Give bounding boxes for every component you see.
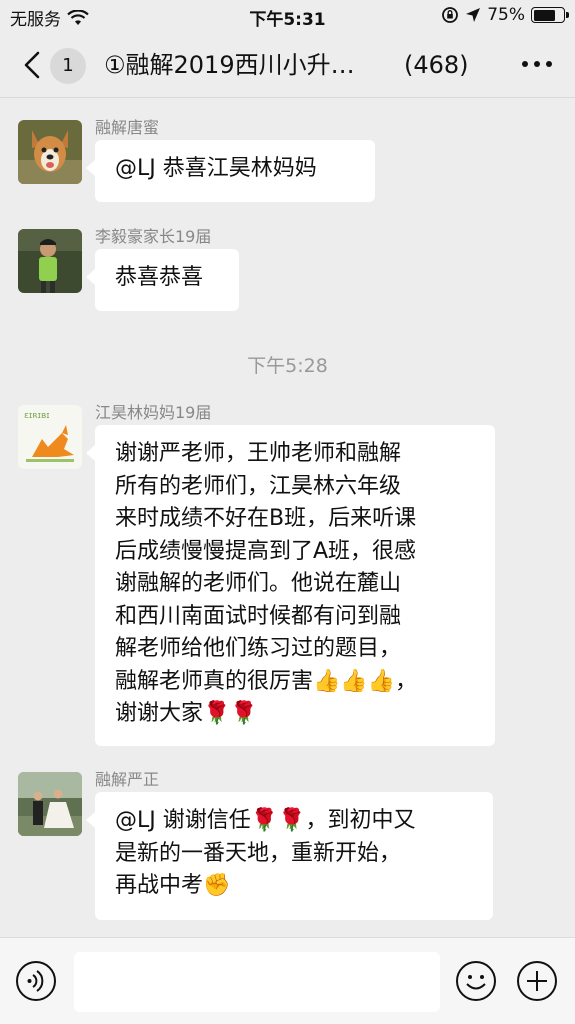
chat-title: ①融解2019西川小升… <box>104 51 355 79</box>
avatar[interactable] <box>18 120 82 184</box>
message-input[interactable] <box>74 952 440 1012</box>
battery-fill <box>533 9 556 21</box>
child-avatar-image <box>18 229 82 293</box>
member-count: (468) <box>404 51 469 79</box>
sender-name: 融解严正 <box>95 770 160 789</box>
message-text: 恭喜恭喜 <box>115 265 204 290</box>
chat-input-bar <box>0 937 575 1024</box>
voice-icon[interactable] <box>15 960 57 1002</box>
chevron-left-icon[interactable] <box>18 50 48 80</box>
message-bubble[interactable]: @LJ 恭喜江昊林妈妈 <box>86 140 375 202</box>
dog-avatar-image <box>18 120 82 184</box>
message-line: 后成绩慢慢提高到了A班，很感 <box>115 538 417 564</box>
sender-name: 李毅豪家长19届 <box>95 227 212 246</box>
message-line: 所有的老师们，江昊林六年级 <box>115 473 402 499</box>
message-bubble[interactable]: 谢谢严老师，王帅老师和融解 所有的老师们，江昊林六年级 来时成绩不好在B班，后来… <box>86 425 495 746</box>
location-icon <box>466 8 481 22</box>
message-line: 和西川南面试时候都有问到融 <box>115 603 402 629</box>
rotation-lock-icon <box>442 7 459 23</box>
battery-percent: 75% <box>487 5 525 25</box>
message-line: @LJ 谢谢信任🌹🌹，到初中又 <box>115 808 416 833</box>
sender-name: 融解唐蜜 <box>95 118 160 137</box>
message-line: 是新的一番天地，重新开始， <box>115 840 402 866</box>
sender-name: 江昊林妈妈19届 <box>95 403 212 422</box>
fox-avatar-image: ɛɪʀɪʙɪ <box>18 405 82 469</box>
status-right: 75% <box>441 5 569 25</box>
avatar[interactable]: ɛɪʀɪʙɪ <box>18 405 82 469</box>
message-line: 融解老师真的很厉害👍👍👍， <box>115 668 418 694</box>
avatar[interactable] <box>18 229 82 293</box>
emoji-icon[interactable] <box>455 960 497 1002</box>
svg-text:ɛɪʀɪʙɪ: ɛɪʀɪʙɪ <box>24 411 50 421</box>
chat-timestamp: 下午5:28 <box>247 355 328 377</box>
message-line: 谢融解的老师们。他说在麓山 <box>115 571 402 596</box>
message-line: 解老师给他们练习过的题目， <box>115 636 402 661</box>
chat-header: 1 ①融解2019西川小升… (468) <box>0 32 575 98</box>
avatar[interactable] <box>18 772 82 836</box>
message-line: 来时成绩不好在B班，后来听课 <box>115 506 417 531</box>
message-bubble[interactable]: 恭喜恭喜 <box>86 249 239 311</box>
message-bubble[interactable]: @LJ 谢谢信任🌹🌹，到初中又 是新的一番天地，重新开始， 再战中考✊ <box>86 792 493 920</box>
message-line: 谢谢大家🌹🌹 <box>115 701 258 726</box>
status-bar: 无服务 下午5:31 75% <box>0 0 575 32</box>
message-line: 再战中考✊ <box>115 873 231 898</box>
message-text: @LJ 恭喜江昊林妈妈 <box>115 156 317 181</box>
battery-icon <box>531 7 569 23</box>
wedding-avatar-image <box>18 772 82 836</box>
unread-count-badge[interactable]: 1 <box>50 48 86 84</box>
plus-icon[interactable] <box>516 960 558 1002</box>
more-dots-icon[interactable] <box>519 54 555 74</box>
message-line: 谢谢严老师，王帅老师和融解 <box>115 441 402 466</box>
